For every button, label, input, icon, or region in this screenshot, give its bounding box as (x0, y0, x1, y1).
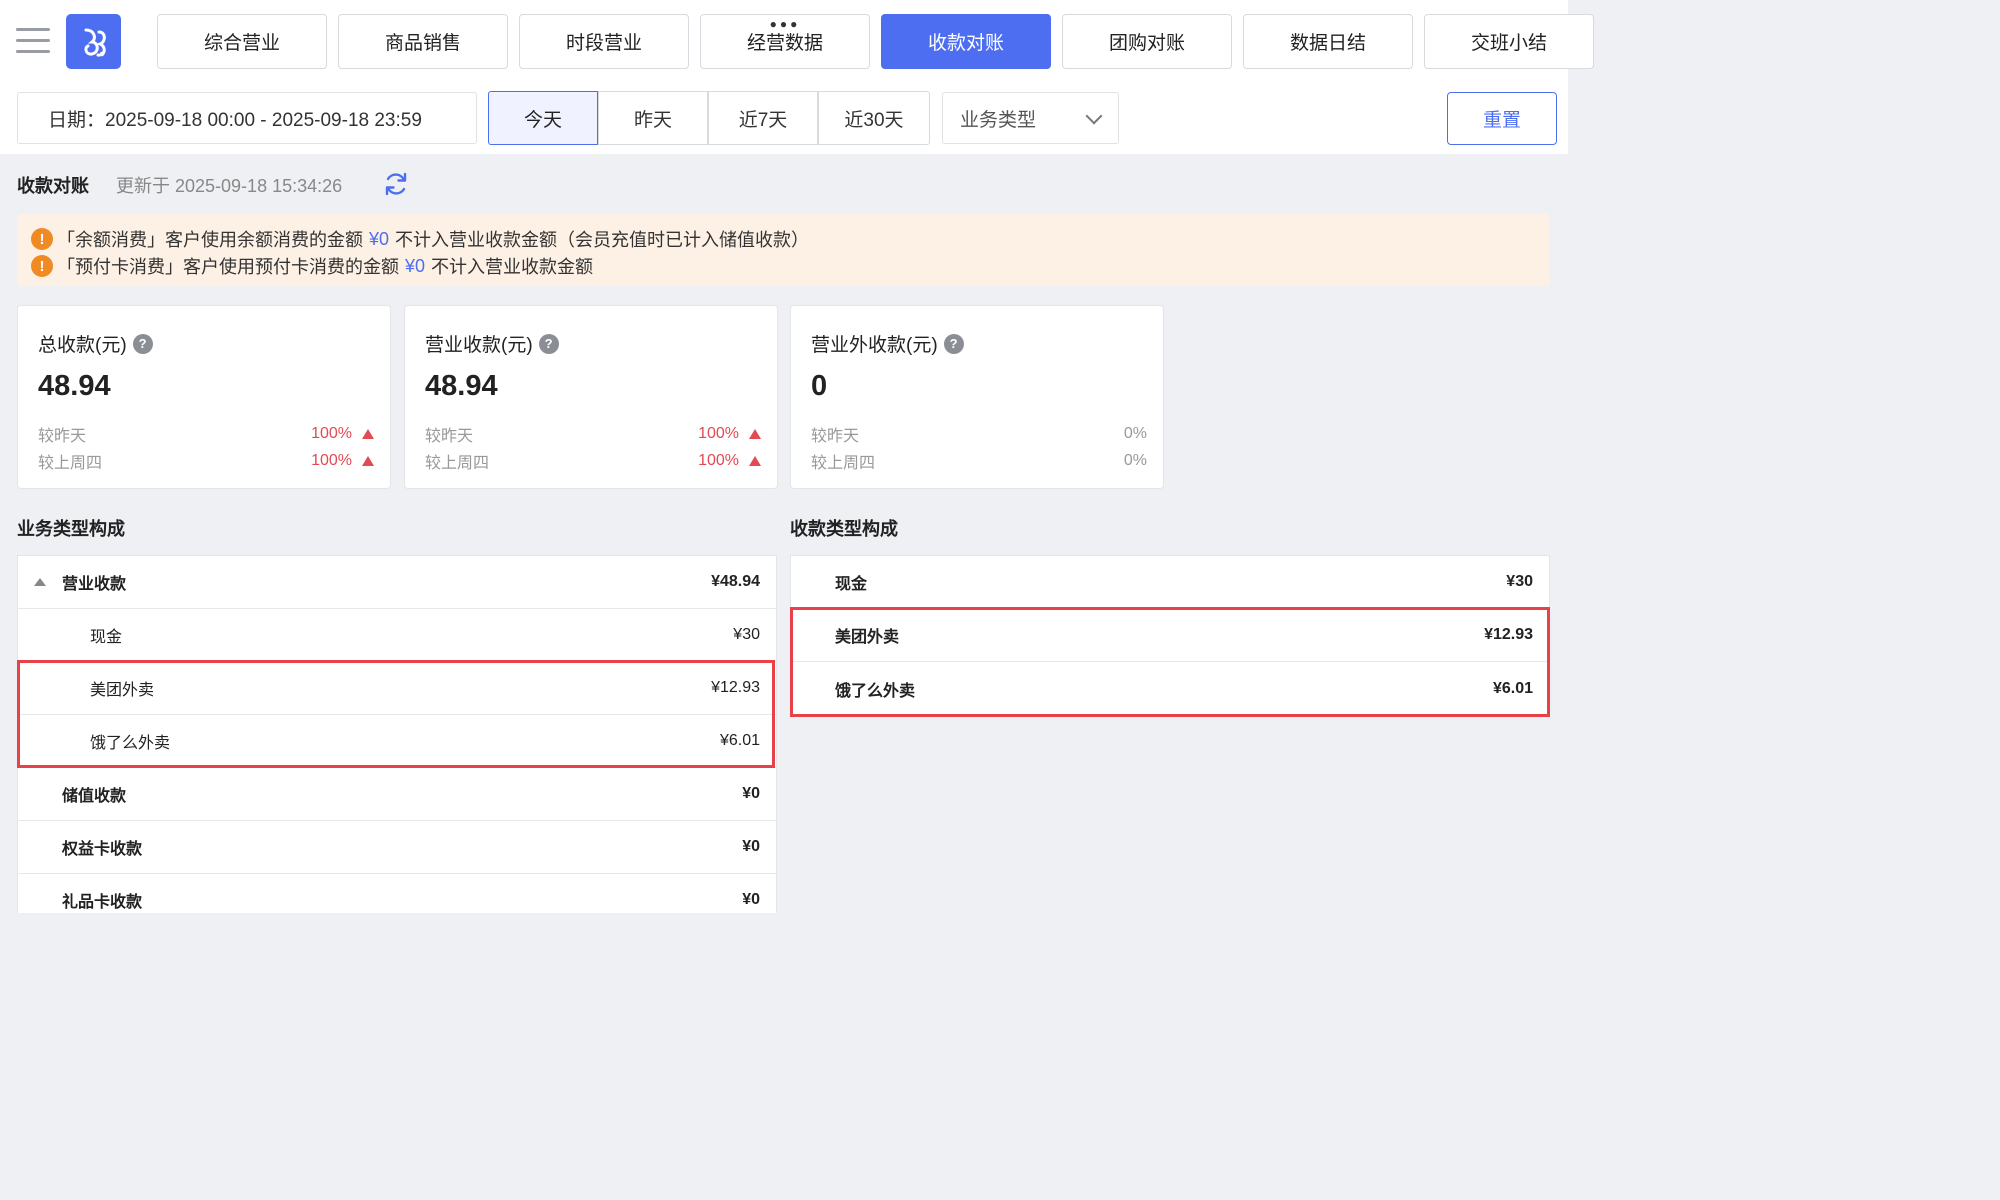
payment-composition-table: 现金 ¥30 美团外卖 ¥12.93 饿了么外卖 ¥6.01 (790, 555, 1550, 715)
trend-up-icon (362, 456, 374, 466)
business-type-select[interactable]: 业务类型 (942, 92, 1119, 144)
business-composition-title: 业务类型构成 (17, 519, 125, 539)
table-row: 权益卡收款 ¥0 (18, 821, 776, 874)
notice-amount: ¥0 (405, 255, 426, 276)
help-icon[interactable]: ? (943, 333, 964, 354)
tab-time-period[interactable]: 时段营业 (519, 14, 689, 69)
tab-group-buy-reconciliation[interactable]: 团购对账 (1062, 14, 1232, 69)
more-dots-icon: ●●● (769, 17, 801, 31)
card-title: 营业收款(元) (425, 335, 533, 356)
table-row[interactable]: 营业收款 ¥48.94 (18, 556, 776, 609)
notice-amount: ¥0 (369, 228, 390, 249)
table-row: 美团外卖 ¥12.93 (18, 662, 776, 715)
range-30days-button[interactable]: 近30天 (818, 91, 930, 145)
table-row: 美团外卖 ¥12.93 (791, 609, 1549, 662)
table-row: 现金 ¥30 (791, 556, 1549, 609)
table-row: 饿了么外卖 ¥6.01 (18, 715, 776, 768)
help-icon[interactable]: ? (132, 333, 153, 354)
stat-card-non-business: 营业外收款(元)? 0 较昨天 0% 较上周四 0% (790, 305, 1164, 489)
stat-card-business: 营业收款(元)? 48.94 较昨天 100% 较上周四 100% (404, 305, 778, 489)
tab-payment-reconciliation[interactable]: 收款对账 (881, 14, 1051, 69)
card-title: 营业外收款(元) (811, 335, 938, 356)
notice-prepaid-card: ! 「预付卡消费」客户使用预付卡消费的金额 ¥0 不计入营业收款金额 (31, 253, 593, 279)
trend-up-icon (749, 456, 761, 466)
card-value: 48.94 (38, 370, 111, 402)
page-title: 收款对账 (17, 176, 89, 196)
card-value: 0 (811, 370, 828, 402)
tab-comprehensive[interactable]: 综合营业 (157, 14, 327, 69)
card-title: 总收款(元) (38, 335, 127, 356)
trend-up-icon (749, 429, 761, 439)
date-range-picker[interactable]: 日期：2025-09-18 00:00 - 2025-09-18 23:59 (17, 92, 477, 144)
table-row: 礼品卡收款 ¥0 (18, 874, 776, 913)
tab-daily-settlement[interactable]: 数据日结 (1243, 14, 1413, 69)
table-row: 饿了么外卖 ¥6.01 (835, 679, 1533, 700)
chevron-down-icon (1085, 107, 1103, 125)
range-7days-button[interactable]: 近7天 (708, 91, 818, 145)
warning-icon: ! (31, 228, 53, 250)
tab-business-data[interactable]: ●●● 经营数据 (700, 14, 870, 69)
stat-card-total: 总收款(元)? 48.94 较昨天 100% 较上周四 100% (17, 305, 391, 489)
hamburger-menu-icon[interactable] (16, 28, 50, 54)
notice-banner: ! 「余额消费」客户使用余额消费的金额 ¥0 不计入营业收款金额（会员充值时已计… (17, 214, 1550, 286)
filter-bar: 日期：2025-09-18 00:00 - 2025-09-18 23:59 今… (0, 80, 1568, 154)
help-icon[interactable]: ? (538, 333, 559, 354)
refresh-icon[interactable] (383, 171, 409, 197)
trend-up-icon (362, 429, 374, 439)
range-yesterday-button[interactable]: 昨天 (598, 91, 708, 145)
tab-shift-summary[interactable]: 交班小结 (1424, 14, 1594, 69)
brand-logo-icon[interactable] (66, 14, 121, 69)
table-row: 储值收款 ¥0 (18, 768, 776, 821)
reset-button[interactable]: 重置 (1447, 92, 1557, 145)
card-value: 48.94 (425, 370, 498, 402)
notice-balance: ! 「余额消费」客户使用余额消费的金额 ¥0 不计入营业收款金额（会员充值时已计… (31, 226, 809, 252)
table-row: 现金 ¥30 (18, 609, 776, 662)
updated-timestamp: 更新于 2025-09-18 15:34:26 (116, 176, 343, 196)
tab-product-sales[interactable]: 商品销售 (338, 14, 508, 69)
warning-icon: ! (31, 255, 53, 277)
payment-composition-title: 收款类型构成 (790, 519, 898, 539)
business-composition-table: 营业收款 ¥48.94 现金 ¥30 美团外卖 ¥12.93 饿了么外卖 ¥6.… (17, 555, 777, 913)
range-today-button[interactable]: 今天 (488, 91, 598, 145)
collapse-caret-icon[interactable] (34, 578, 46, 586)
top-nav-bar: 综合营业 商品销售 时段营业 ●●● 经营数据 收款对账 团购对账 数据日结 交… (0, 0, 1594, 80)
